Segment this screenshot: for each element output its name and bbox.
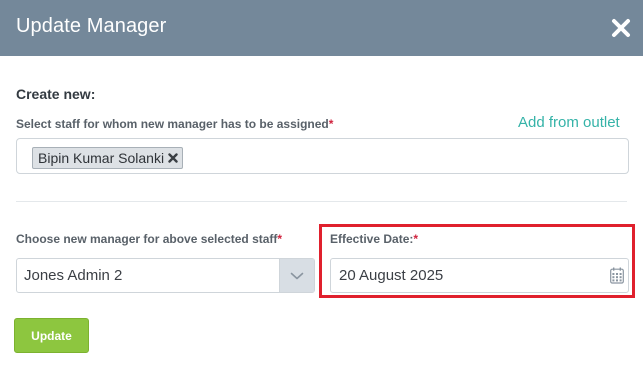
required-mark: *	[413, 232, 419, 246]
manager-select-label-text: Choose new manager for above selected st…	[16, 232, 278, 246]
effective-date-label: Effective Date:*	[330, 232, 418, 246]
manager-select-label: Choose new manager for above selected st…	[16, 232, 282, 246]
staff-multi-select[interactable]: Bipin Kumar Solanki	[16, 138, 629, 174]
selected-staff-tag: Bipin Kumar Solanki	[32, 147, 184, 169]
create-new-heading: Create new:	[16, 86, 96, 102]
required-mark: *	[328, 117, 334, 131]
effective-date-input[interactable]: 20 August 2025	[330, 258, 629, 293]
add-from-outlet-link[interactable]: Add from outlet	[518, 114, 620, 131]
staff-select-label: Select staff for whom new manager has to…	[16, 117, 333, 131]
calendar-icon[interactable]	[610, 267, 624, 284]
update-button[interactable]: Update	[14, 318, 89, 353]
manager-select[interactable]: Jones Admin 2	[16, 258, 315, 293]
remove-tag-icon[interactable]	[168, 153, 178, 163]
selected-staff-name: Bipin Kumar Solanki	[38, 150, 165, 166]
dialog-title: Update Manager	[16, 15, 167, 37]
required-mark: *	[277, 232, 283, 246]
staff-select-label-text: Select staff for whom new manager has to…	[16, 117, 329, 131]
manager-select-value: Jones Admin 2	[24, 267, 123, 284]
effective-date-label-text: Effective Date:	[330, 232, 414, 246]
close-icon[interactable]	[610, 17, 632, 39]
dialog-header: Update Manager	[0, 0, 643, 56]
chevron-down-icon[interactable]	[279, 259, 314, 292]
section-divider	[16, 201, 627, 202]
effective-date-value: 20 August 2025	[339, 267, 444, 284]
